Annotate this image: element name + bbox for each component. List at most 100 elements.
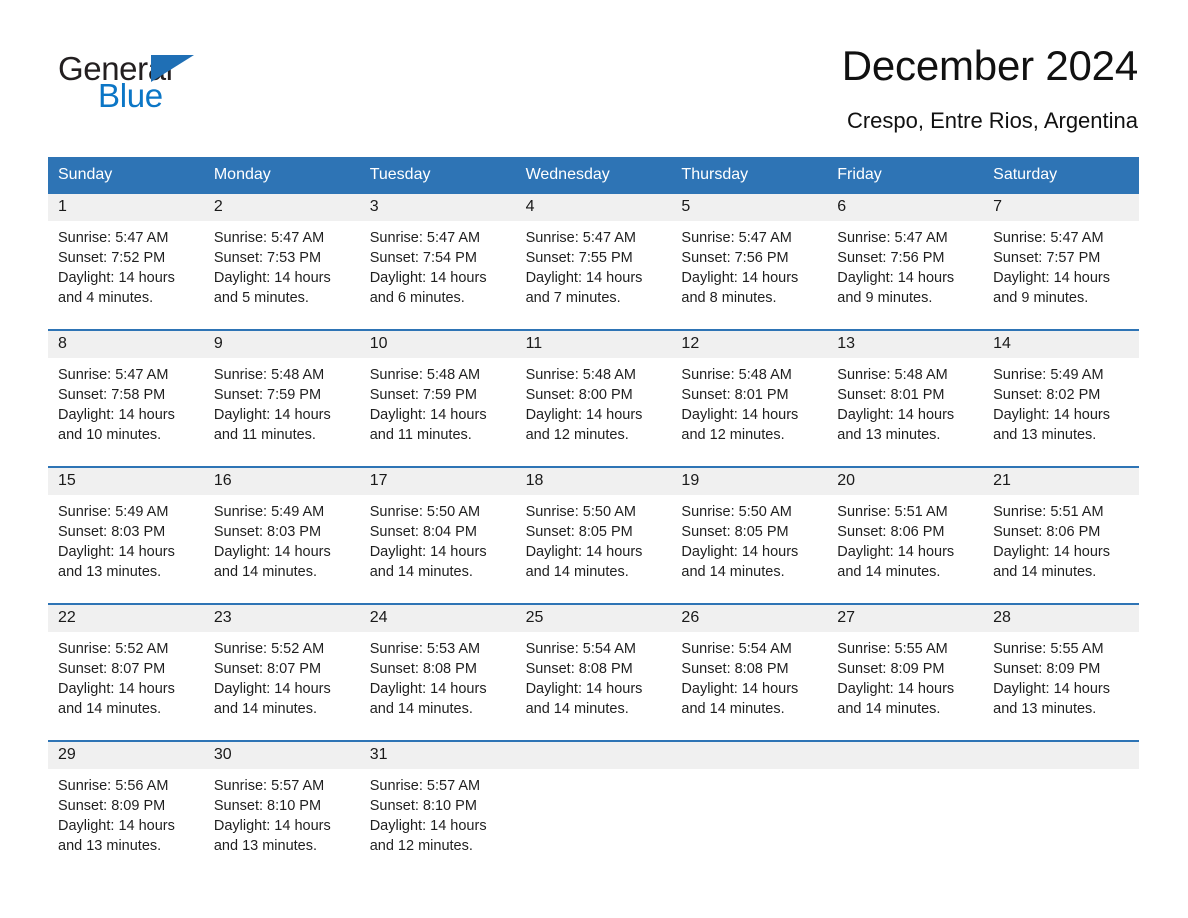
daylight-text-line2: and 13 minutes. bbox=[837, 426, 941, 443]
day-number: 17 bbox=[369, 472, 388, 490]
sunset-text: Sunset: 8:09 PM bbox=[993, 660, 1101, 677]
calendar-day-cell[interactable]: 15 Sunrise: 5:49 AM Sunset: 8:03 PM Dayligh… bbox=[48, 467, 204, 603]
calendar-day-cell[interactable]: 2 Sunrise: 5:47 AM Sunset: 7:53 PM Daylight… bbox=[203, 193, 360, 329]
day-number: 9 bbox=[213, 335, 223, 353]
calendar-day-cell[interactable]: 11 Sunrise: 5:48 AM Sunset: 8:00 PM Dayligh… bbox=[515, 330, 672, 466]
calendar-day-cell[interactable]: 13 Sunrise: 5:48 AM Sunset: 8:01 PM Dayligh… bbox=[827, 330, 984, 466]
day-number: 31 bbox=[369, 746, 388, 764]
calendar-day-cell[interactable]: 21 Sunrise: 5:51 AM Sunset: 8:06 PM Dayligh… bbox=[983, 467, 1139, 603]
day-number-band: 26 bbox=[671, 604, 828, 632]
calendar-day-cell[interactable]: 30 Sunrise: 5:57 AM Sunset: 8:10 PM Dayligh… bbox=[203, 741, 360, 877]
day-details: Sunrise: 5:47 AM Sunset: 7:54 PM Daylight:… bbox=[360, 221, 516, 308]
calendar-day-cell[interactable]: 23 Sunrise: 5:52 AM Sunset: 8:07 PM Dayligh… bbox=[203, 604, 360, 740]
day-number: 7 bbox=[993, 198, 1003, 216]
day-number: 24 bbox=[369, 609, 388, 627]
daylight-text-line2: and 14 minutes. bbox=[681, 700, 785, 717]
sunset-text: Sunset: 7:59 PM bbox=[369, 386, 477, 403]
day-number-band: 4 bbox=[515, 193, 672, 221]
calendar-day-cell[interactable]: 16 Sunrise: 5:49 AM Sunset: 8:03 PM Dayligh… bbox=[203, 467, 360, 603]
daylight-text-line2: and 13 minutes. bbox=[58, 837, 162, 854]
sunrise-text: Sunrise: 5:47 AM bbox=[213, 229, 325, 246]
calendar-day-cell[interactable]: 14 Sunrise: 5:49 AM Sunset: 8:02 PM Dayligh… bbox=[983, 330, 1139, 466]
day-number: 30 bbox=[213, 746, 232, 764]
day-details: Sunrise: 5:51 AM Sunset: 8:06 PM Daylight:… bbox=[983, 495, 1139, 582]
sunrise-text: Sunrise: 5:48 AM bbox=[369, 366, 481, 383]
sunrise-text: Sunrise: 5:54 AM bbox=[525, 640, 636, 657]
day-details: Sunrise: 5:47 AM Sunset: 7:57 PM Daylight:… bbox=[983, 221, 1139, 308]
day-number: 28 bbox=[993, 609, 1011, 627]
sunset-text: Sunset: 8:02 PM bbox=[993, 386, 1101, 403]
calendar-day-cell[interactable]: 4 Sunrise: 5:47 AM Sunset: 7:55 PM Daylight… bbox=[515, 193, 672, 329]
calendar-day-cell[interactable]: 8 Sunrise: 5:47 AM Sunset: 7:58 PM Daylight… bbox=[48, 330, 204, 466]
sunrise-text: Sunrise: 5:48 AM bbox=[837, 366, 948, 383]
daylight-text-line1: Daylight: 14 hours bbox=[837, 406, 955, 423]
sunset-text: Sunset: 7:54 PM bbox=[369, 249, 477, 266]
calendar-day-cell[interactable]: 31 Sunrise: 5:57 AM Sunset: 8:10 PM Dayligh… bbox=[359, 741, 516, 877]
calendar-week-row: 15 Sunrise: 5:49 AM Sunset: 8:03 PM Dayligh… bbox=[48, 465, 1139, 603]
general-blue-logo[interactable]: General Blue bbox=[58, 44, 238, 114]
sunset-text: Sunset: 8:08 PM bbox=[681, 660, 789, 677]
day-number: 19 bbox=[681, 472, 700, 490]
daylight-text-line2: and 11 minutes. bbox=[213, 426, 316, 443]
daylight-text-line1: Daylight: 14 hours bbox=[213, 269, 331, 286]
calendar-day-cell[interactable]: 27 Sunrise: 5:55 AM Sunset: 8:09 PM Dayligh… bbox=[827, 604, 984, 740]
day-details: Sunrise: 5:54 AM Sunset: 8:08 PM Daylight:… bbox=[516, 632, 672, 719]
sunrise-text: Sunrise: 5:51 AM bbox=[993, 503, 1104, 520]
day-number: 1 bbox=[58, 198, 67, 216]
calendar-day-cell[interactable]: 20 Sunrise: 5:51 AM Sunset: 8:06 PM Dayligh… bbox=[827, 467, 984, 603]
daylight-text-line2: and 7 minutes. bbox=[525, 289, 621, 306]
sunrise-text: Sunrise: 5:51 AM bbox=[837, 503, 948, 520]
sunset-text: Sunset: 7:52 PM bbox=[58, 249, 166, 266]
sunrise-text: Sunrise: 5:47 AM bbox=[681, 229, 792, 246]
day-details: Sunrise: 5:48 AM Sunset: 7:59 PM Daylight:… bbox=[204, 358, 360, 445]
calendar-day-cell[interactable]: 3 Sunrise: 5:47 AM Sunset: 7:54 PM Daylight… bbox=[359, 193, 516, 329]
calendar-day-cell[interactable]: 5 Sunrise: 5:47 AM Sunset: 7:56 PM Daylight… bbox=[671, 193, 828, 329]
calendar-day-cell-empty bbox=[671, 741, 828, 877]
daylight-text-line1: Daylight: 14 hours bbox=[525, 269, 643, 286]
day-details: Sunrise: 5:49 AM Sunset: 8:03 PM Daylight:… bbox=[204, 495, 360, 582]
daylight-text-line1: Daylight: 14 hours bbox=[213, 680, 331, 697]
calendar-day-cell[interactable]: 10 Sunrise: 5:48 AM Sunset: 7:59 PM Dayligh… bbox=[359, 330, 516, 466]
day-number-band: 8 bbox=[48, 330, 204, 358]
day-number-band: 6 bbox=[827, 193, 984, 221]
daylight-text-line1: Daylight: 14 hours bbox=[58, 817, 175, 834]
calendar-day-cell[interactable]: 6 Sunrise: 5:47 AM Sunset: 7:56 PM Daylight… bbox=[827, 193, 984, 329]
calendar-day-cell[interactable]: 1 Sunrise: 5:47 AM Sunset: 7:52 PM Daylight… bbox=[48, 193, 204, 329]
sunset-text: Sunset: 8:07 PM bbox=[58, 660, 166, 677]
day-number-band: 2 bbox=[203, 193, 360, 221]
sunset-text: Sunset: 7:58 PM bbox=[58, 386, 166, 403]
daylight-text-line1: Daylight: 14 hours bbox=[993, 406, 1111, 423]
sunset-text: Sunset: 8:04 PM bbox=[369, 523, 477, 540]
sunrise-text: Sunrise: 5:47 AM bbox=[837, 229, 948, 246]
calendar-day-cell[interactable]: 25 Sunrise: 5:54 AM Sunset: 8:08 PM Dayligh… bbox=[515, 604, 672, 740]
day-number: 16 bbox=[213, 472, 232, 490]
calendar-day-cell[interactable]: 12 Sunrise: 5:48 AM Sunset: 8:01 PM Dayligh… bbox=[671, 330, 828, 466]
day-number-band: 22 bbox=[48, 604, 204, 632]
daylight-text-line2: and 14 minutes. bbox=[525, 563, 629, 580]
sunrise-text: Sunrise: 5:54 AM bbox=[681, 640, 792, 657]
day-details: Sunrise: 5:57 AM Sunset: 8:10 PM Daylight:… bbox=[360, 769, 516, 856]
calendar-day-cell[interactable]: 22 Sunrise: 5:52 AM Sunset: 8:07 PM Dayligh… bbox=[48, 604, 204, 740]
calendar-day-cell[interactable]: 29 Sunrise: 5:56 AM Sunset: 8:09 PM Dayligh… bbox=[48, 741, 204, 877]
daylight-text-line1: Daylight: 14 hours bbox=[58, 680, 175, 697]
calendar-day-cell[interactable]: 7 Sunrise: 5:47 AM Sunset: 7:57 PM Daylight… bbox=[983, 193, 1139, 329]
calendar-week-row: 22 Sunrise: 5:52 AM Sunset: 8:07 PM Dayligh… bbox=[48, 602, 1139, 740]
calendar-day-cell[interactable]: 9 Sunrise: 5:48 AM Sunset: 7:59 PM Daylight… bbox=[203, 330, 360, 466]
calendar-day-cell[interactable]: 19 Sunrise: 5:50 AM Sunset: 8:05 PM Dayligh… bbox=[671, 467, 828, 603]
sunrise-text: Sunrise: 5:49 AM bbox=[58, 503, 169, 520]
calendar-day-cell[interactable]: 18 Sunrise: 5:50 AM Sunset: 8:05 PM Dayligh… bbox=[515, 467, 672, 603]
calendar-day-cell[interactable]: 28 Sunrise: 5:55 AM Sunset: 8:09 PM Dayligh… bbox=[983, 604, 1139, 740]
sunset-text: Sunset: 8:01 PM bbox=[837, 386, 945, 403]
sunrise-text: Sunrise: 5:57 AM bbox=[213, 777, 325, 794]
day-details: Sunrise: 5:55 AM Sunset: 8:09 PM Daylight:… bbox=[827, 632, 983, 719]
calendar-day-cell[interactable]: 17 Sunrise: 5:50 AM Sunset: 8:04 PM Dayligh… bbox=[359, 467, 516, 603]
daylight-text-line1: Daylight: 14 hours bbox=[58, 269, 175, 286]
calendar-day-cell[interactable]: 24 Sunrise: 5:53 AM Sunset: 8:08 PM Dayligh… bbox=[359, 604, 516, 740]
day-details: Sunrise: 5:47 AM Sunset: 7:58 PM Daylight:… bbox=[48, 358, 204, 445]
daylight-text-line1: Daylight: 14 hours bbox=[993, 543, 1111, 560]
day-number-band: 27 bbox=[827, 604, 984, 632]
calendar-day-cell[interactable]: 26 Sunrise: 5:54 AM Sunset: 8:08 PM Dayligh… bbox=[671, 604, 828, 740]
day-number: 11 bbox=[525, 335, 543, 353]
daylight-text-line1: Daylight: 14 hours bbox=[681, 406, 799, 423]
sunrise-text: Sunrise: 5:55 AM bbox=[993, 640, 1104, 657]
